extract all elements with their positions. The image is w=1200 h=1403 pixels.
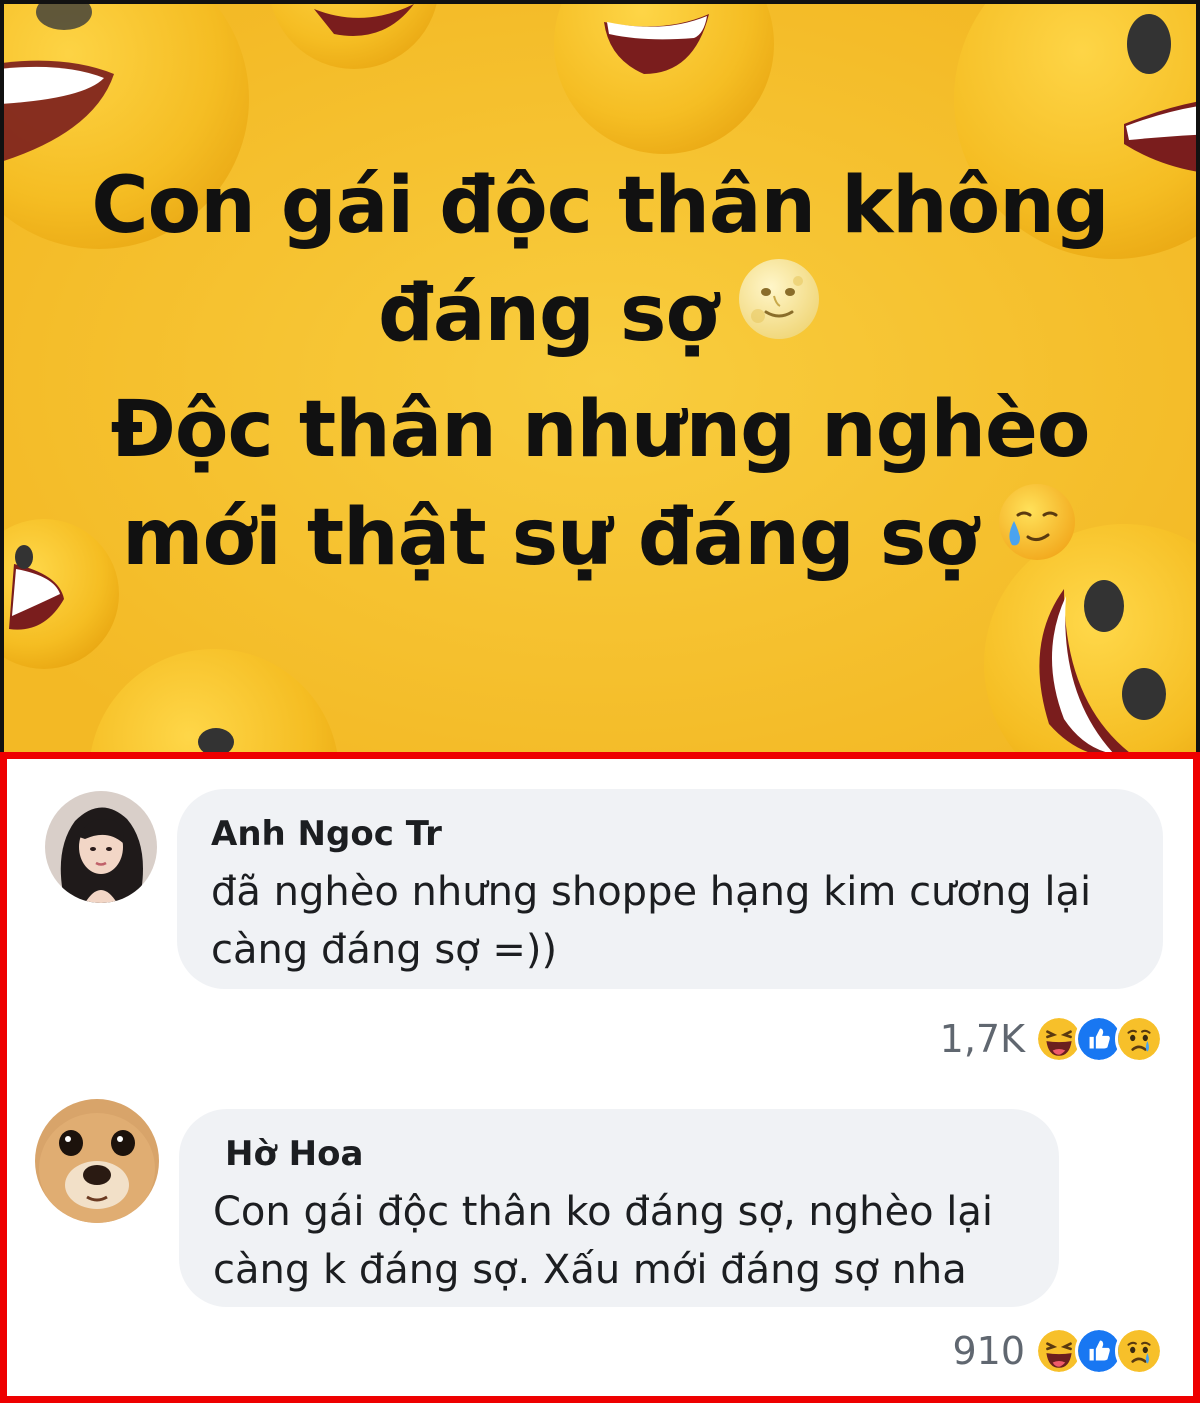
- comment-author[interactable]: Hờ Hoa: [225, 1133, 1023, 1175]
- post-line-2: đáng sợ: [4, 258, 1196, 376]
- post-line-2-text: đáng sợ: [377, 269, 719, 359]
- crying-smile-face-icon: [996, 481, 1078, 591]
- post-caption: Con gái độc thân không đáng sợ Độc thân …: [4, 152, 1196, 597]
- reaction-count: 1,7K: [939, 1017, 1025, 1061]
- reaction-summary[interactable]: 910: [952, 1327, 1163, 1375]
- comment-bubble: Anh Ngoc Tr đã nghèo nhưng shoppe hạng k…: [177, 789, 1163, 989]
- comment-text-line-1: Con gái độc thân ko đáng sợ, nghèo lại: [213, 1189, 994, 1235]
- girl-avatar-icon: [45, 791, 157, 903]
- post-image: Con gái độc thân không đáng sợ Độc thân …: [0, 0, 1200, 752]
- sad-reaction-icon: [1115, 1015, 1163, 1063]
- reaction-icons: [1035, 1327, 1163, 1375]
- avatar[interactable]: [45, 791, 157, 903]
- comment-author[interactable]: Anh Ngoc Tr: [211, 813, 1127, 855]
- full-moon-face-icon: [736, 256, 822, 370]
- reaction-count: 910: [952, 1329, 1025, 1373]
- reaction-summary[interactable]: 1,7K: [940, 1015, 1163, 1063]
- post-line-3: Độc thân nhưng nghèo: [110, 384, 1091, 475]
- comment-text-line-1: đã nghèo nhưng shoppe hạng kim cương lại: [211, 869, 1092, 915]
- post-line-1: Con gái độc thân không: [91, 161, 1109, 251]
- reaction-icons: [1035, 1015, 1163, 1063]
- post-line-4: mới thật sự đáng sợ: [4, 484, 1196, 598]
- comment-text-line-2: càng đáng sợ =)): [211, 927, 558, 973]
- comments-highlight-box: Anh Ngoc Tr đã nghèo nhưng shoppe hạng k…: [0, 752, 1200, 1403]
- comment-text-line-2: càng k đáng sợ. Xấu mới đáng sợ nha: [213, 1247, 967, 1293]
- comment-bubble: Hờ Hoa Con gái độc thân ko đáng sợ, nghè…: [179, 1109, 1059, 1307]
- avatar[interactable]: [35, 1099, 159, 1223]
- sad-reaction-icon: [1115, 1327, 1163, 1375]
- dog-avatar-icon: [35, 1099, 159, 1223]
- post-line-4-text: mới thật sự đáng sợ: [122, 492, 979, 583]
